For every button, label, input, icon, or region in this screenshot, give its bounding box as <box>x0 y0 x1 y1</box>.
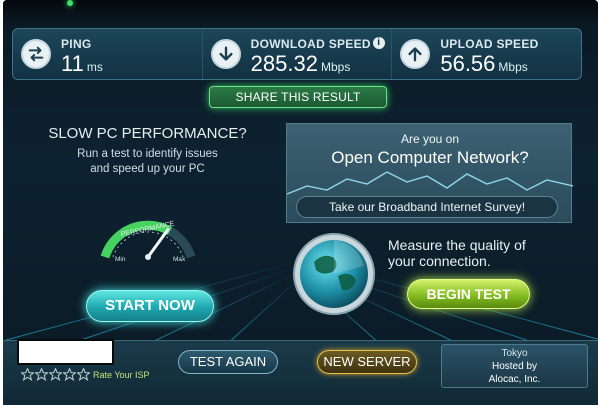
gauge-min-label: Min <box>115 256 126 263</box>
arrow-up-icon <box>400 39 431 69</box>
swap-arrows-icon <box>21 39 51 69</box>
download-label: DOWNLOAD SPEED <box>250 37 371 51</box>
globe-icon[interactable] <box>292 232 376 316</box>
test-again-button[interactable]: TEST AGAIN <box>178 350 278 374</box>
share-result-button[interactable]: SHARE THIS RESULT <box>209 86 387 108</box>
hosted-by-label: Hosted by <box>491 361 538 372</box>
ping-metric: PING 11 ms <box>13 29 203 79</box>
rating-star-icon[interactable] <box>77 368 90 381</box>
rating-star-icon[interactable] <box>49 368 62 381</box>
upload-label: UPLOAD SPEED <box>440 37 539 51</box>
host-name: Alocac, Inc. <box>488 374 541 385</box>
begin-test-button[interactable]: BEGIN TEST <box>407 279 530 309</box>
gauge-max-label: Max <box>173 256 186 263</box>
survey-question-line1: Are you on <box>400 132 460 146</box>
pc-performance-subtitle: Run a test to identify issues and speed … <box>77 148 218 175</box>
upload-metric: UPLOAD SPEED 56.56 Mbps <box>392 29 581 79</box>
top-strip <box>3 0 598 26</box>
info-icon[interactable]: i <box>372 37 385 49</box>
performance-gauge: PERFORMANCE Min Max <box>100 220 196 263</box>
server-city: Tokyo <box>501 348 528 359</box>
download-value: 285.32 Mbps <box>250 51 351 76</box>
redacted-box <box>17 339 114 365</box>
arrow-down-icon <box>210 39 241 69</box>
new-server-button[interactable]: NEW SERVER <box>317 350 417 374</box>
ping-label: PING <box>61 37 92 51</box>
start-now-button[interactable]: START NOW <box>86 290 214 322</box>
upload-value: 56.56 Mbps <box>440 51 528 76</box>
ping-value: 11 ms <box>61 51 103 76</box>
pc-performance-title: SLOW PC PERFORMANCE? <box>48 125 247 142</box>
download-metric: DOWNLOAD SPEED i 285.32 Mbps <box>203 29 393 79</box>
rating-star-icon[interactable] <box>63 368 76 381</box>
broadband-survey-button[interactable]: Take our Broadband Internet Survey! <box>296 196 558 218</box>
results-bar: PING 11 ms DOWNLOAD SPEED i 285.32 Mbps UP… <box>12 28 582 80</box>
measure-quality-text: Measure the quality of your connection. <box>388 237 526 269</box>
server-info[interactable]: Tokyo Hosted by Alocac, Inc. <box>441 344 588 388</box>
isp-rating-stars[interactable] <box>21 368 90 381</box>
rate-isp-link[interactable]: Rate Your ISP <box>93 370 150 380</box>
rating-star-icon[interactable] <box>35 368 48 381</box>
rating-star-icon[interactable] <box>21 368 34 381</box>
